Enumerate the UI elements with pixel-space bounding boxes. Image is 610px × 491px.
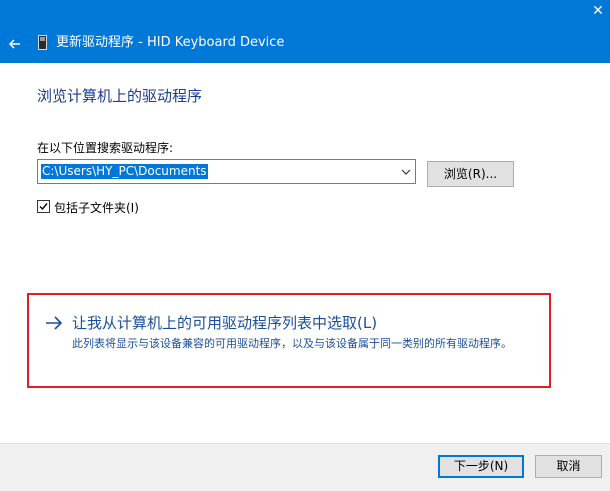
back-arrow-icon-glyph [8,39,20,49]
cancel-button[interactable]: 取消 [535,455,602,478]
next-button[interactable]: 下一步(N) [438,455,524,478]
pick-from-list-description: 此列表将显示与该设备兼容的可用驱动程序，以及与该设备属于同一类别的所有驱动程序。 [72,337,512,350]
page-heading: 浏览计算机上的驱动程序 [37,87,203,105]
close-icon[interactable]: ✕ [589,2,607,20]
right-arrow-icon[interactable] [44,313,64,333]
pick-from-list-link[interactable]: 让我从计算机上的可用驱动程序列表中选取(L) [72,312,377,333]
keyboard-device-icon [38,35,47,50]
chevron-down-icon[interactable] [399,163,413,180]
checkmark-icon [39,203,48,211]
back-arrow-icon[interactable] [5,34,25,54]
include-subfolders-checkbox[interactable] [37,200,50,213]
include-subfolders-label[interactable]: 包括子文件夹(I) [54,199,139,216]
path-combobox[interactable]: C:\Users\HY_PC\Documents [37,159,416,184]
search-location-label: 在以下位置搜索驱动程序: [37,141,174,155]
browse-button[interactable]: 浏览(R)... [427,161,514,187]
window-title: 更新驱动程序 - HID Keyboard Device [56,35,285,50]
path-value[interactable]: C:\Users\HY_PC\Documents [41,164,208,179]
window-titlebar: 更新驱动程序 - HID Keyboard Device ✕ [0,0,610,63]
